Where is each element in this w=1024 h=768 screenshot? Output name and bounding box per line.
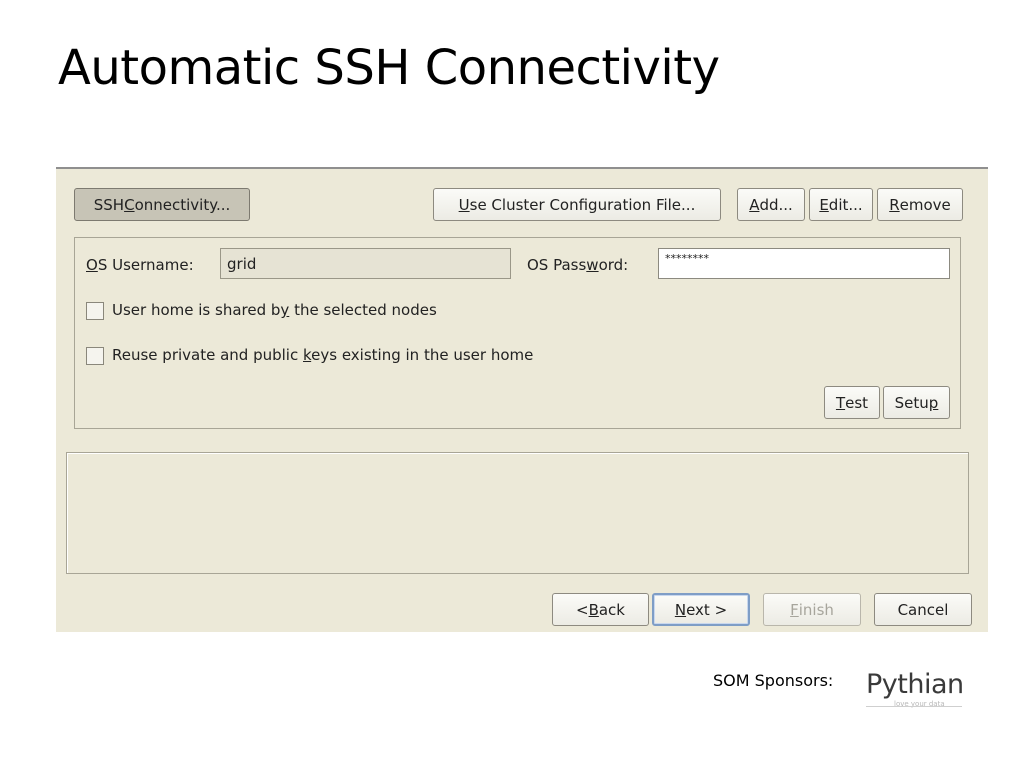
label-post: S Username: — [97, 256, 194, 274]
ssh-credentials-panel: OS Username: grid OS Password: ******** … — [74, 237, 961, 429]
shared-home-checkbox[interactable] — [86, 302, 104, 320]
label-mnemonic: y — [280, 301, 290, 319]
sponsor-label: SOM Sponsors: — [713, 671, 834, 690]
label-pre: User home is shared b — [112, 301, 281, 319]
finish-button[interactable]: Finish — [763, 593, 861, 626]
back-button[interactable]: < Back — [552, 593, 649, 626]
button-mnemonic: E — [819, 195, 829, 214]
label-post: the selected nodes — [289, 301, 437, 319]
button-label-post: dd... — [759, 195, 793, 214]
button-mnemonic: N — [674, 600, 687, 619]
button-mnemonic: R — [889, 195, 900, 214]
label-post: eys existing in the user home — [311, 346, 534, 364]
message-area — [66, 452, 969, 574]
label-mnemonic: O — [86, 256, 98, 274]
button-mnemonic: p — [928, 393, 939, 412]
label-pre: Reuse private and public — [112, 346, 303, 364]
os-username-field[interactable]: grid — [220, 248, 511, 279]
ssh-connectivity-button[interactable]: SSH Connectivity... — [74, 188, 250, 221]
button-label-post: ext > — [686, 600, 728, 619]
setup-button[interactable]: Setu p — [883, 386, 950, 419]
logo-underline — [866, 706, 962, 707]
button-label-post: est — [845, 393, 869, 412]
button-label-post: inish — [798, 600, 834, 619]
edit-button[interactable]: Edit... — [809, 188, 873, 221]
button-label-post: emove — [899, 195, 951, 214]
button-label-post: onnectivity... — [134, 195, 231, 214]
button-mnemonic: U — [458, 195, 470, 214]
logo-wordmark: Pythian — [866, 669, 964, 700]
use-cluster-config-file-button[interactable]: Use Cluster Configuration File... — [433, 188, 721, 221]
button-mnemonic: T — [835, 393, 846, 412]
button-label-post: se Cluster Configuration File... — [469, 195, 696, 214]
shared-home-label: User home is shared by the selected node… — [112, 301, 437, 319]
os-password-value: ******** — [665, 252, 709, 265]
slide-title: Automatic SSH Connectivity — [58, 40, 720, 96]
label-pre: OS Pass — [527, 256, 587, 274]
button-mnemonic: F — [790, 600, 799, 619]
label-mnemonic: w — [586, 256, 599, 274]
reuse-keys-checkbox[interactable] — [86, 347, 104, 365]
button-label-pre: < — [575, 600, 589, 619]
button-label-pre: SSH — [93, 195, 125, 214]
cancel-button[interactable]: Cancel — [874, 593, 972, 626]
button-label-pre: Setu — [894, 393, 929, 412]
pythian-logo: Pythian love your data — [866, 670, 964, 712]
os-username-value: grid — [227, 254, 257, 273]
button-label-post: dit... — [828, 195, 863, 214]
button-mnemonic: C — [124, 195, 135, 214]
next-button[interactable]: Next > — [652, 593, 750, 626]
reuse-keys-label: Reuse private and public keys existing i… — [112, 346, 533, 364]
os-username-label: OS Username: — [86, 256, 194, 274]
button-label-post: ack — [598, 600, 625, 619]
add-button[interactable]: Add... — [737, 188, 805, 221]
label-post: ord: — [598, 256, 629, 274]
remove-button[interactable]: Remove — [877, 188, 963, 221]
button-label: Cancel — [897, 600, 949, 619]
label-mnemonic: k — [303, 346, 312, 364]
os-password-label: OS Password: — [527, 256, 628, 274]
button-mnemonic: B — [588, 600, 599, 619]
test-button[interactable]: Test — [824, 386, 880, 419]
os-password-field[interactable]: ******** — [658, 248, 950, 279]
installer-dialog: SSH Connectivity... Use Cluster Configur… — [56, 167, 988, 632]
button-mnemonic: A — [749, 195, 760, 214]
